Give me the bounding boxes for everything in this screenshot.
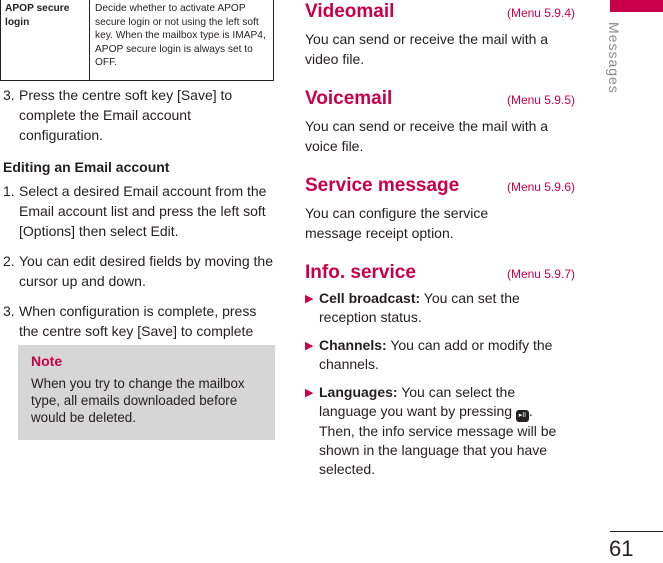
bullet-arrow-icon: ▶ [305, 387, 314, 399]
page-number-rule [610, 531, 663, 532]
step-number: 1. [3, 183, 15, 199]
section-title: Voicemail [305, 88, 393, 109]
section-header-service-message: Service message (Menu 5.9.6) [305, 175, 577, 197]
bullet-term: Languages: [319, 384, 398, 400]
right-column: Videomail (Menu 5.9.4) You can send or r… [305, 0, 577, 479]
menu-reference: (Menu 5.9.4) [506, 6, 575, 20]
section-body: You can send or receive the mail with a … [305, 31, 549, 67]
table-label-cell: APOP secure login [1, 0, 90, 80]
bullet-term: Channels: [319, 337, 387, 353]
section-title: Service message [305, 175, 460, 196]
left-column: 3. Press the centre soft key [Save] to c… [3, 85, 275, 361]
section-heading-editing: Editing an Email account [3, 159, 170, 175]
menu-reference: (Menu 5.9.7) [506, 267, 575, 281]
step-save-config: 3. Press the centre soft key [Save] to c… [3, 85, 275, 145]
step-text: Press the centre soft key [Save] to comp… [19, 87, 233, 143]
chapter-label: Messages [606, 22, 622, 94]
play-pause-key-icon: ▸II [515, 410, 529, 422]
step-text: Select a desired Email account from the … [19, 183, 267, 239]
section-header-voicemail: Voicemail (Menu 5.9.5) [305, 88, 577, 110]
menu-reference: (Menu 5.9.6) [506, 180, 575, 194]
section-header-videomail: Videomail (Menu 5.9.4) [305, 1, 577, 23]
note-title: Note [31, 353, 63, 369]
step-number: 2. [3, 253, 15, 269]
bullet-languages: ▶ Languages: You can select the language… [305, 383, 577, 479]
edit-step: 2. You can edit desired fields by moving… [3, 251, 275, 291]
menu-reference: (Menu 5.9.5) [506, 93, 575, 107]
bullet-cell-broadcast: ▶ Cell broadcast: You can set the recept… [305, 289, 577, 327]
edit-step: 1. Select a desired Email account from t… [3, 181, 275, 241]
step-text: You can edit desired fields by moving th… [19, 253, 273, 289]
bullet-arrow-icon: ▶ [305, 293, 314, 305]
note-box: Note When you try to change the mailbox … [18, 345, 275, 440]
section-title: Videomail [305, 1, 395, 22]
bullet-term: Cell broadcast: [319, 290, 421, 306]
step-number: 3. [3, 87, 15, 103]
chapter-tab [610, 0, 663, 12]
bullet-arrow-icon: ▶ [305, 340, 314, 352]
section-header-info-service: Info. service (Menu 5.9.7) [305, 262, 577, 284]
page-number: 61 [609, 536, 634, 561]
note-body: When you try to change the mailbox type,… [31, 376, 245, 425]
section-body: You can configure the service message re… [305, 205, 489, 241]
apop-settings-table: APOP secure login Decide whether to acti… [0, 0, 274, 81]
step-number: 3. [3, 303, 15, 319]
section-title: Info. service [305, 262, 416, 283]
bullet-channels: ▶ Channels: You can add or modify the ch… [305, 336, 577, 374]
section-body: You can send or receive the mail with a … [305, 118, 549, 154]
table-description-cell: Decide whether to activate APOP secure l… [95, 3, 266, 69]
